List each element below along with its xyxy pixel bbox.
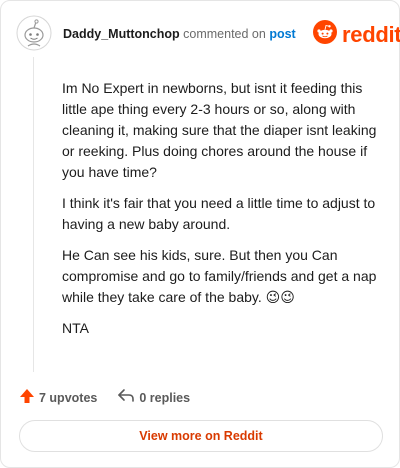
view-more-button[interactable]: View more on Reddit (19, 420, 383, 452)
comment-header: Daddy_Muttonchop commented on post (63, 27, 296, 41)
comment-paragraph: NTA (62, 320, 89, 336)
commented-on-text: commented on (183, 27, 266, 41)
comment-paragraph: I think it's fair that you need a little… (62, 195, 376, 232)
upvote-button[interactable]: 7 upvotes (19, 388, 97, 407)
comment-embed-card: Daddy_Muttonchop commented on post reddi… (0, 0, 400, 468)
reddit-wordmark: reddit (342, 21, 400, 47)
upvotes-count: 7 upvotes (39, 390, 98, 405)
snoo-avatar-icon[interactable] (16, 15, 52, 51)
view-more-label: View more on Reddit (139, 429, 263, 443)
reddit-logo-icon (313, 20, 337, 49)
comment-paragraph: Im No Expert in newborns, but isnt it fe… (62, 80, 377, 180)
reply-arrow-icon (117, 388, 135, 407)
thread-line (33, 57, 34, 372)
upvote-arrow-icon (19, 388, 35, 407)
reply-button[interactable]: 0 replies (117, 388, 190, 407)
username-link[interactable]: Daddy_Muttonchop (63, 27, 180, 41)
comment-actions: 7 upvotes 0 replies (19, 388, 190, 407)
replies-count: 0 replies (139, 390, 191, 405)
reddit-logo[interactable]: reddit (313, 20, 400, 49)
comment-body: Im No Expert in newborns, but isnt it fe… (62, 78, 378, 349)
post-link[interactable]: post (269, 27, 295, 41)
comment-paragraph: He Can see his kids, sure. But then you … (62, 247, 377, 305)
